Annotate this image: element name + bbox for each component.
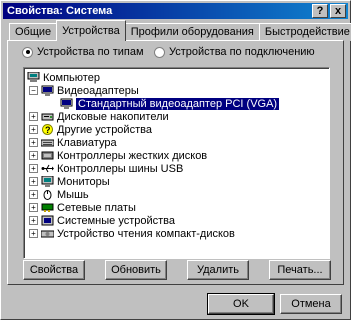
title-bar[interactable]: Свойства: Система ? x xyxy=(3,3,348,19)
tab-devices[interactable]: Устройства xyxy=(56,20,126,41)
category-label: Системные устройства xyxy=(57,214,176,227)
help-button[interactable]: ? xyxy=(312,4,328,18)
category-label: Сетевые платы xyxy=(57,201,136,214)
tree-root-label: Компьютер xyxy=(43,71,100,84)
tree-category-usb-controllers[interactable]: + Контроллеры шины USB xyxy=(29,162,183,175)
svg-text:?: ? xyxy=(45,125,51,135)
view-by-connection-label: Устройства по подключению xyxy=(169,46,315,58)
category-label: Видеоадаптеры xyxy=(57,84,139,97)
tree-category-monitors[interactable]: + Мониторы xyxy=(29,175,110,188)
close-button[interactable]: x xyxy=(330,4,346,18)
keyboard-icon xyxy=(40,137,55,148)
tab-hardware-profiles[interactable]: Профили оборудования xyxy=(124,23,260,41)
tree-category-disk-drives[interactable]: + Дисковые накопители xyxy=(29,110,169,123)
category-label: Клавиатура xyxy=(57,136,117,149)
disk-drive-icon xyxy=(41,111,54,122)
tree-category-hdd-controllers[interactable]: + Контроллеры жестких дисков xyxy=(29,149,207,162)
category-label: Контроллеры жестких дисков xyxy=(57,149,208,162)
hdd-controller-icon xyxy=(41,150,54,161)
device-tree[interactable]: Компьютер − Видеоадаптеры Стандартный ви… xyxy=(23,67,330,259)
expand-toggle[interactable]: + xyxy=(29,203,38,212)
category-label: Дисковые накопители xyxy=(57,110,169,123)
monitor-icon xyxy=(41,175,54,187)
category-label: Другие устройства xyxy=(57,123,152,136)
expand-toggle[interactable]: + xyxy=(29,229,38,238)
tree-category-system-devices[interactable]: + Системные устройства xyxy=(29,214,175,227)
view-by-type-option[interactable]: Устройства по типам xyxy=(22,46,144,58)
display-adapter-icon xyxy=(41,85,54,96)
expand-toggle[interactable]: + xyxy=(29,125,38,134)
refresh-button[interactable]: Обновить xyxy=(105,260,167,280)
tab-general[interactable]: Общие xyxy=(9,23,58,41)
expand-toggle[interactable]: + xyxy=(29,216,38,225)
remove-button[interactable]: Удалить xyxy=(187,260,249,280)
category-label: Мониторы xyxy=(57,175,110,188)
view-by-type-label: Устройства по типам xyxy=(37,46,144,58)
tree-category-cdrom[interactable]: + Устройство чтения компакт-дисков xyxy=(29,227,235,240)
tree-device-selected[interactable]: Стандартный видеоадаптер PCI (VGA) xyxy=(60,97,280,110)
tree-category-network-cards[interactable]: + Сетевые платы xyxy=(29,201,136,214)
tree-category-other-devices[interactable]: + ? Другие устройства xyxy=(29,123,152,136)
display-adapter-icon xyxy=(60,98,73,109)
expand-toggle[interactable]: + xyxy=(29,190,38,199)
network-card-icon xyxy=(41,202,54,213)
collapse-toggle[interactable]: − xyxy=(29,86,38,95)
radio-by-type[interactable] xyxy=(22,46,33,58)
computer-icon xyxy=(27,71,40,83)
cdrom-icon xyxy=(40,228,55,239)
selected-device-label: Стандартный видеоадаптер PCI (VGA) xyxy=(76,97,280,110)
tab-strip: Общие Устройства Профили оборудования Бы… xyxy=(9,20,351,41)
expand-toggle[interactable]: + xyxy=(29,112,38,121)
system-device-icon xyxy=(41,215,54,226)
category-label: Мышь xyxy=(57,188,89,201)
cancel-button[interactable]: Отмена xyxy=(280,294,342,314)
category-label: Контроллеры шины USB xyxy=(57,162,184,175)
print-button[interactable]: Печать... xyxy=(269,260,331,280)
view-by-connection-option[interactable]: Устройства по подключению xyxy=(154,46,315,58)
tab-performance[interactable]: Быстродействие xyxy=(258,23,351,41)
tree-root[interactable]: Компьютер xyxy=(27,71,100,84)
question-mark-icon: ? xyxy=(41,124,54,135)
system-properties-window: Свойства: Система ? x Общие Устройства П… xyxy=(0,0,351,320)
usb-icon xyxy=(41,163,54,174)
tree-category-mouse[interactable]: + Мышь xyxy=(29,188,89,201)
expand-toggle[interactable]: + xyxy=(29,177,38,186)
category-label: Устройство чтения компакт-дисков xyxy=(57,227,235,240)
expand-toggle[interactable]: + xyxy=(29,164,38,173)
properties-button[interactable]: Свойства xyxy=(23,260,85,280)
mouse-icon xyxy=(41,189,54,200)
ok-button[interactable]: OK xyxy=(208,294,274,314)
tree-category-keyboard[interactable]: + Клавиатура xyxy=(29,136,117,149)
tree-category-display-adapters[interactable]: − Видеоадаптеры xyxy=(29,84,139,97)
devices-panel: Устройства по типам Устройства по подклю… xyxy=(7,40,344,285)
window-title: Свойства: Система xyxy=(7,5,113,17)
radio-by-connection[interactable] xyxy=(154,46,165,58)
expand-toggle[interactable]: + xyxy=(29,138,38,147)
expand-toggle[interactable]: + xyxy=(29,151,38,160)
